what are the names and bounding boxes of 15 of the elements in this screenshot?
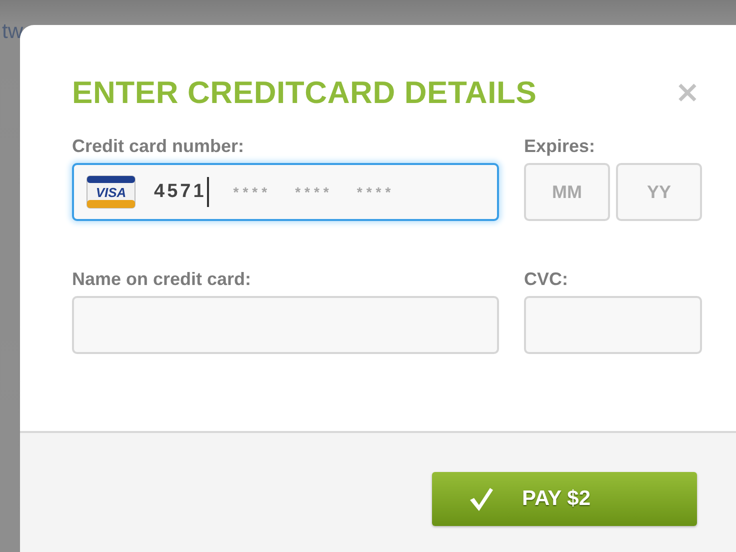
close-button[interactable]: × (672, 78, 702, 108)
year-field[interactable]: YY (616, 163, 702, 221)
field-label: Credit card number: (72, 135, 244, 157)
card-number-field[interactable]: VISA 4571 **** **** **** (72, 163, 499, 221)
field-label: CVC: (524, 268, 568, 290)
field-label: Name on credit card: (72, 268, 252, 290)
cvc-field[interactable] (524, 296, 702, 354)
dialog-title: ENTER CREDITCARD DETAILS (72, 74, 537, 112)
name-field[interactable] (72, 296, 499, 354)
checkmark-icon (468, 486, 494, 512)
month-field[interactable]: MM (524, 163, 610, 221)
field-label: Expires: (524, 135, 596, 157)
pay-button[interactable]: PAY $2 (432, 472, 697, 526)
visa-card-icon: VISA (86, 175, 136, 209)
background-text: tw (2, 20, 23, 44)
